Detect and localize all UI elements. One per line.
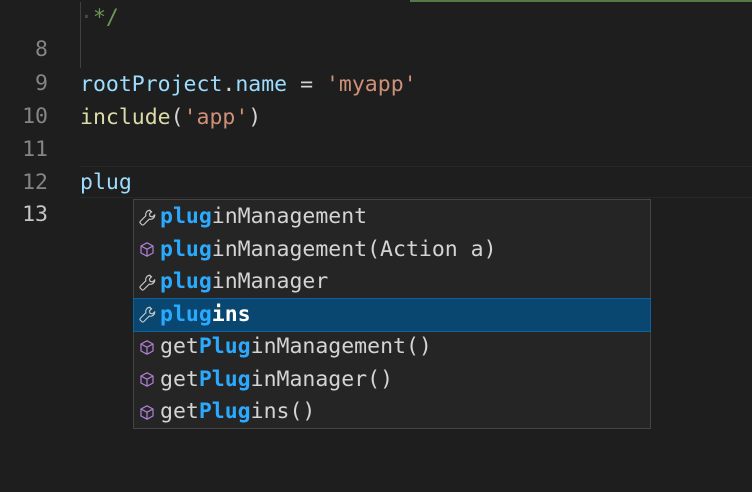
suggestion-label: getPluginManagement() (160, 331, 432, 363)
suggestion-item[interactable]: getPluginManager() (134, 364, 650, 397)
suggestion-item[interactable]: pluginManager (134, 266, 650, 299)
suggestion-match: plug (160, 236, 212, 262)
wrench-icon (134, 201, 160, 233)
assign-operator: = (287, 72, 326, 97)
method-cube-icon (134, 396, 160, 428)
identifier: rootProject (80, 72, 223, 97)
suggestion-match: plug (160, 269, 212, 295)
suggestion-rest: inManager() (250, 366, 394, 392)
suggestion-item[interactable]: pluginManagement (134, 201, 650, 234)
suggestion-prefix: get (160, 334, 199, 360)
code-line-10[interactable]: 10 rootProject.name = 'myapp' (0, 69, 752, 129)
dot-operator: . (222, 72, 236, 97)
suggestion-label: pluginManager (160, 266, 328, 298)
suggestion-match: Plug (198, 366, 251, 392)
suggestion-label: pluginManagement(Action a) (160, 234, 497, 266)
suggestion-label: getPlugins() (160, 396, 315, 428)
comment-text: */ (92, 5, 119, 30)
code-line-11[interactable]: 11 include('app') (0, 102, 752, 162)
suggestion-item[interactable]: getPlugins() (134, 396, 650, 429)
property-name: name (235, 72, 288, 97)
suggestion-item[interactable]: pluginManagement(Action a) (134, 234, 650, 267)
autocomplete-suggestions[interactable]: pluginManagement pluginManagement(Action … (133, 199, 651, 429)
code-editor[interactable]: 8 ·*/ 9 10 rootProject.name = 'myapp' 11… (0, 0, 752, 492)
code-line-9[interactable]: 9 (0, 36, 752, 96)
suggestion-match: plug (160, 204, 212, 230)
paren-close: ) (248, 105, 262, 130)
code-line-13[interactable]: 13 plug (0, 167, 752, 227)
function-name: include (80, 105, 171, 130)
wrench-icon (134, 266, 160, 298)
string-literal: 'myapp' (325, 72, 417, 97)
suggestion-rest: ins() (250, 399, 316, 425)
paren-open: ( (170, 105, 184, 130)
suggestion-prefix: get (160, 366, 199, 392)
typed-text: plug (80, 170, 132, 195)
suggestion-match: Plug (198, 334, 251, 360)
suggestion-label: getPluginManager() (160, 364, 393, 396)
suggestion-label: plugins (160, 299, 251, 331)
method-cube-icon (134, 364, 160, 396)
suggestion-rest: inManagement(Action a) (211, 236, 497, 262)
wrench-icon (134, 299, 160, 331)
whitespace-dot: · (80, 5, 93, 30)
suggestion-label: pluginManagement (160, 201, 367, 233)
method-cube-icon (134, 234, 160, 266)
method-cube-icon (134, 331, 160, 363)
suggestion-item[interactable]: getPluginManagement() (134, 331, 650, 364)
suggestion-rest: inManagement() (250, 334, 432, 360)
code-line-8[interactable]: 8 ·*/ (0, 2, 752, 68)
suggestion-rest: ins (211, 301, 251, 327)
suggestion-rest: inManager (211, 269, 329, 295)
suggestion-item[interactable]: plugins (133, 297, 651, 332)
suggestion-prefix: get (160, 399, 199, 425)
suggestion-match: plug (160, 301, 212, 327)
string-literal: 'app' (183, 105, 249, 130)
suggestion-match: Plug (198, 399, 251, 425)
suggestion-rest: inManagement (211, 204, 368, 230)
line-number: 13 (22, 202, 48, 227)
code-line-12[interactable]: 12 (0, 135, 752, 195)
